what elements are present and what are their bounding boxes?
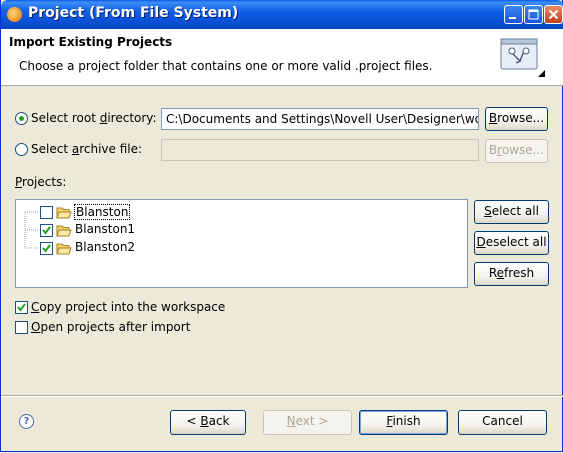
minimize-button[interactable] bbox=[504, 5, 523, 24]
archive-file-field bbox=[161, 139, 479, 161]
project-checkbox[interactable] bbox=[40, 206, 53, 219]
maximize-button[interactable] bbox=[524, 5, 543, 24]
project-checkbox[interactable] bbox=[40, 224, 53, 237]
deselect-all-button[interactable]: Deselect all bbox=[474, 231, 549, 255]
finish-button[interactable]: Finish bbox=[359, 410, 448, 435]
page-description: Choose a project folder that contains on… bbox=[19, 59, 433, 73]
wizard-header: Import Existing Projects Choose a projec… bbox=[1, 29, 563, 86]
import-wizard-graphic bbox=[500, 38, 545, 77]
refresh-button[interactable]: Refresh bbox=[474, 262, 549, 286]
window-title: Project (From File System) bbox=[28, 5, 239, 21]
import-dialog: Project (From File System) Import Existi… bbox=[0, 0, 563, 452]
back-button[interactable]: < Back bbox=[170, 410, 246, 435]
archive-file-radio[interactable] bbox=[15, 143, 28, 156]
checkmark-icon bbox=[42, 244, 51, 253]
folder-icon bbox=[56, 225, 72, 237]
archive-file-label[interactable]: Select archive file: bbox=[31, 142, 142, 156]
projects-tree[interactable]: Blanston Blanston1 Blanston2 bbox=[15, 199, 468, 288]
checkmark-icon bbox=[42, 226, 51, 235]
project-name: Blanston2 bbox=[75, 240, 136, 254]
help-icon[interactable]: ? bbox=[19, 414, 34, 429]
open-projects-label[interactable]: Open projects after import bbox=[31, 320, 190, 334]
checkmark-icon bbox=[17, 303, 26, 312]
root-directory-label[interactable]: Select root directory: bbox=[31, 111, 157, 125]
copy-project-label[interactable]: Copy project into the workspace bbox=[31, 300, 225, 314]
close-icon bbox=[548, 9, 559, 20]
root-browse-button[interactable]: Browse... bbox=[485, 107, 548, 131]
page-title: Import Existing Projects bbox=[9, 35, 173, 49]
wizard-icon bbox=[7, 7, 22, 22]
project-name: Blanston1 bbox=[75, 222, 136, 236]
maximize-icon bbox=[528, 9, 539, 20]
root-directory-radio[interactable] bbox=[15, 112, 28, 125]
project-name: Blanston bbox=[74, 204, 131, 220]
open-projects-checkbox[interactable] bbox=[15, 321, 28, 334]
cancel-button[interactable]: Cancel bbox=[458, 410, 547, 435]
project-checkbox[interactable] bbox=[40, 242, 53, 255]
title-bar[interactable]: Project (From File System) bbox=[1, 0, 563, 29]
folder-icon bbox=[56, 243, 72, 255]
tree-item[interactable]: Blanston2 bbox=[16, 239, 316, 257]
next-button: Next > bbox=[263, 410, 352, 435]
folder-icon bbox=[56, 207, 72, 219]
projects-label: Projects: bbox=[15, 175, 67, 189]
root-directory-field[interactable]: C:\Documents and Settings\Novell User\De… bbox=[161, 108, 479, 130]
close-button[interactable] bbox=[544, 5, 563, 24]
tree-item[interactable]: Blanston bbox=[16, 203, 316, 221]
archive-browse-button: Browse... bbox=[485, 139, 548, 163]
select-all-button[interactable]: Select all bbox=[474, 200, 549, 224]
tree-item[interactable]: Blanston1 bbox=[16, 221, 316, 239]
minimize-icon bbox=[509, 17, 516, 19]
copy-project-checkbox[interactable] bbox=[15, 301, 28, 314]
